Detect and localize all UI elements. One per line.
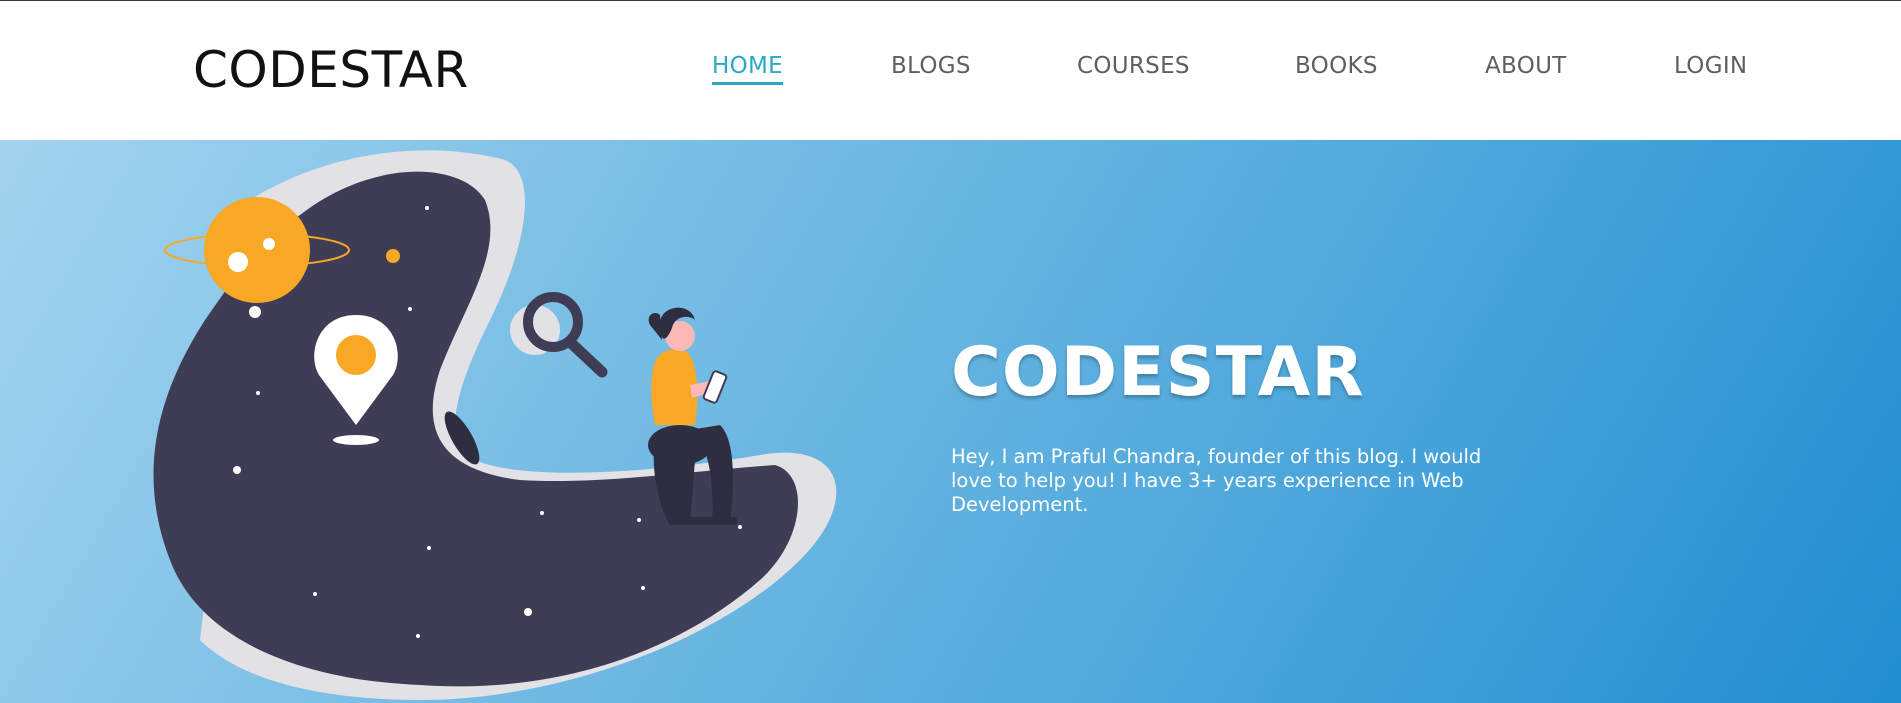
nav-blogs[interactable]: BLOGS: [891, 53, 971, 79]
nav-about[interactable]: ABOUT: [1485, 53, 1567, 79]
small-orange-dot: [386, 249, 400, 263]
hero-section: CODESTAR Hey, I am Praful Chandra, found…: [0, 140, 1901, 703]
nav-login[interactable]: LOGIN: [1674, 53, 1747, 79]
nav-links: HOME BLOGS COURSES BOOKS ABOUT LOGIN: [0, 53, 1901, 93]
nav-courses[interactable]: COURSES: [1077, 53, 1190, 79]
hero-title: CODESTAR: [951, 333, 1365, 412]
nav-books[interactable]: BOOKS: [1295, 53, 1378, 79]
person-with-phone-icon: [648, 307, 737, 525]
navbar: CODESTAR HOME BLOGS COURSES BOOKS ABOUT …: [0, 1, 1901, 140]
hero-illustration: [153, 150, 837, 701]
magnifier-icon: [510, 292, 608, 378]
nav-home[interactable]: HOME: [712, 53, 783, 85]
hero-description: Hey, I am Praful Chandra, founder of thi…: [951, 445, 1482, 516]
